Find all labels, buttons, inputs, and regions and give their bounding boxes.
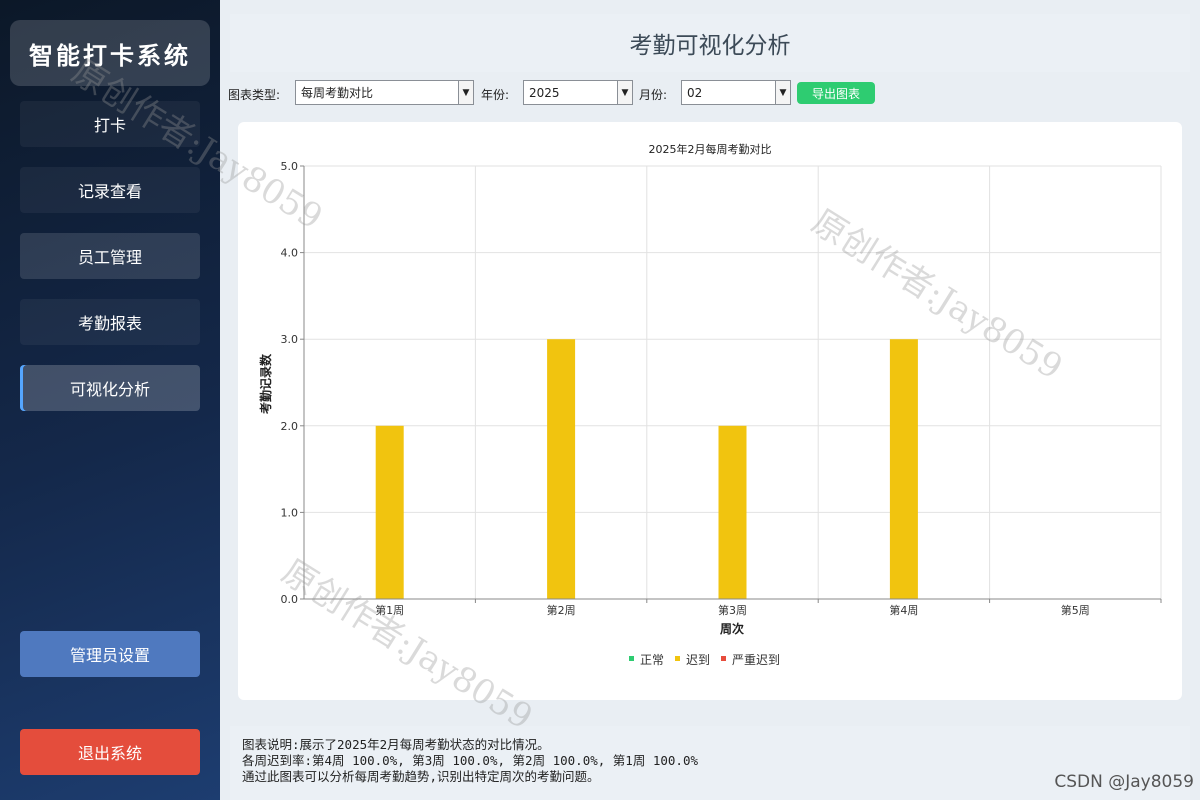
month-select[interactable]: 02 ▼ <box>681 80 791 105</box>
nav-punch[interactable]: 打卡 <box>20 101 200 147</box>
legend-marker <box>675 656 680 661</box>
month-label: 月份: <box>639 88 668 102</box>
page-title: 考勤可视化分析 <box>629 33 791 59</box>
x-tick-label: 第3周 <box>718 603 747 617</box>
main-area: 考勤可视化分析 图表类型: 每周考勤对比 ▼ 年份: 2025 ▼ 月份: 02… <box>220 0 1200 800</box>
x-tick-label: 第1周 <box>375 603 404 617</box>
legend-marker <box>721 656 726 661</box>
legend-label: 严重迟到 <box>732 653 780 667</box>
x-tick-label: 第4周 <box>889 603 918 617</box>
chart-description: 图表说明:展示了2025年2月每周考勤状态的对比情况。 各周迟到率:第4周 10… <box>230 726 1190 800</box>
chevron-down-icon[interactable]: ▼ <box>775 81 790 104</box>
sidebar: 智能打卡系统 打卡 记录查看 员工管理 考勤报表 可视化分析 管理员设置 退出系… <box>0 0 220 800</box>
chart-type-value: 每周考勤对比 <box>301 86 374 100</box>
nav-visual-analysis[interactable]: 可视化分析 <box>20 365 200 411</box>
x-axis-label: 周次 <box>720 621 744 636</box>
bar-2-2 <box>547 339 576 599</box>
admin-settings-button[interactable]: 管理员设置 <box>20 631 200 677</box>
y-tick-label: 1.0 <box>281 506 299 519</box>
chart-type-label: 图表类型: <box>228 88 281 102</box>
nav-records[interactable]: 记录查看 <box>20 167 200 213</box>
x-tick-label: 第5周 <box>1061 603 1090 617</box>
chart-panel: 0.0 1.0 2.0 3.0 4.0 5.0 第1周 第2周 第3周 第4周 第5周 2025年2… <box>238 122 1182 700</box>
y-tick-label: 3.0 <box>281 333 299 346</box>
page-title-bar: 考勤可视化分析 <box>230 14 1190 72</box>
legend-marker <box>629 656 634 661</box>
bar-2-1 <box>375 425 404 599</box>
bar-2-3 <box>718 425 747 599</box>
chevron-down-icon[interactable]: ▼ <box>458 81 473 104</box>
export-chart-button[interactable]: 导出图表 <box>797 82 875 104</box>
nav-attendance-report[interactable]: 考勤报表 <box>20 299 200 345</box>
app-title: 智能打卡系统 <box>10 20 210 86</box>
logout-button[interactable]: 退出系统 <box>20 729 200 775</box>
legend-label: 正常 <box>640 653 664 667</box>
y-axis-label: 考勤记录数 <box>258 353 273 414</box>
year-value: 2025 <box>529 85 560 100</box>
year-select[interactable]: 2025 ▼ <box>523 80 633 105</box>
chart-type-select[interactable]: 每周考勤对比 ▼ <box>295 80 474 105</box>
toolbar: 图表类型: 每周考勤对比 ▼ 年份: 2025 ▼ 月份: 02 ▼ 导出图表 <box>220 78 1200 108</box>
description-line-3: 通过此图表可以分析每周考勤趋势,识别出特定周次的考勤问题。 <box>242 769 600 784</box>
y-tick-label: 2.0 <box>281 420 299 433</box>
attendance-bar-chart: 0.0 1.0 2.0 3.0 4.0 5.0 第1周 第2周 第3周 第4周 第5周 2025年2… <box>258 142 1162 667</box>
nav-employee-management[interactable]: 员工管理 <box>20 233 200 279</box>
legend-label: 迟到 <box>686 653 710 667</box>
year-label: 年份: <box>481 88 510 102</box>
bar-2-4 <box>889 339 918 599</box>
chart-title: 2025年2月每周考勤对比 <box>649 142 772 156</box>
chevron-down-icon[interactable]: ▼ <box>617 81 632 104</box>
csdn-watermark: CSDN @Jay8059 <box>1054 772 1194 792</box>
month-value: 02 <box>687 85 703 100</box>
x-tick-label: 第2周 <box>547 603 576 617</box>
y-tick-label: 4.0 <box>281 247 299 260</box>
y-tick-label: 5.0 <box>281 160 299 173</box>
y-tick-label: 0.0 <box>281 593 299 606</box>
